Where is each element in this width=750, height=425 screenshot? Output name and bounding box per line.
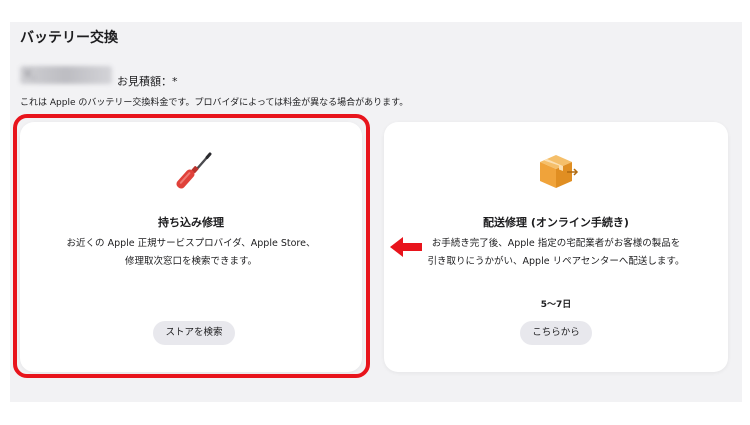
mail-in-start-button[interactable]: こちらから bbox=[520, 321, 592, 345]
mail-in-title: 配送修理 (オンライン手続き) bbox=[483, 216, 629, 229]
price-note: これは Apple のバッテリー交換料金です。プロバイダによっては料金が異なる場… bbox=[20, 98, 409, 108]
section-title: バッテリー交換 bbox=[20, 30, 118, 46]
arrow-left-icon bbox=[390, 236, 422, 262]
blurred-price-text: ¥, bbox=[24, 67, 36, 81]
box-icon bbox=[536, 152, 580, 196]
estimate-label: お見積額：* bbox=[117, 75, 178, 88]
delivery-days: 5～7日 bbox=[540, 300, 572, 310]
mail-in-repair-card: 配送修理 (オンライン手続き) お手続き完了後、Apple 指定の宅配業者がお客… bbox=[384, 122, 728, 372]
highlight-frame bbox=[13, 114, 370, 378]
mail-in-desc-line1: お手続き完了後、Apple 指定の宅配業者がお客様の製品を bbox=[431, 238, 681, 249]
mail-in-desc-line2: 引き取りにうかがい、Apple リペアセンターへ配送します。 bbox=[427, 256, 685, 267]
